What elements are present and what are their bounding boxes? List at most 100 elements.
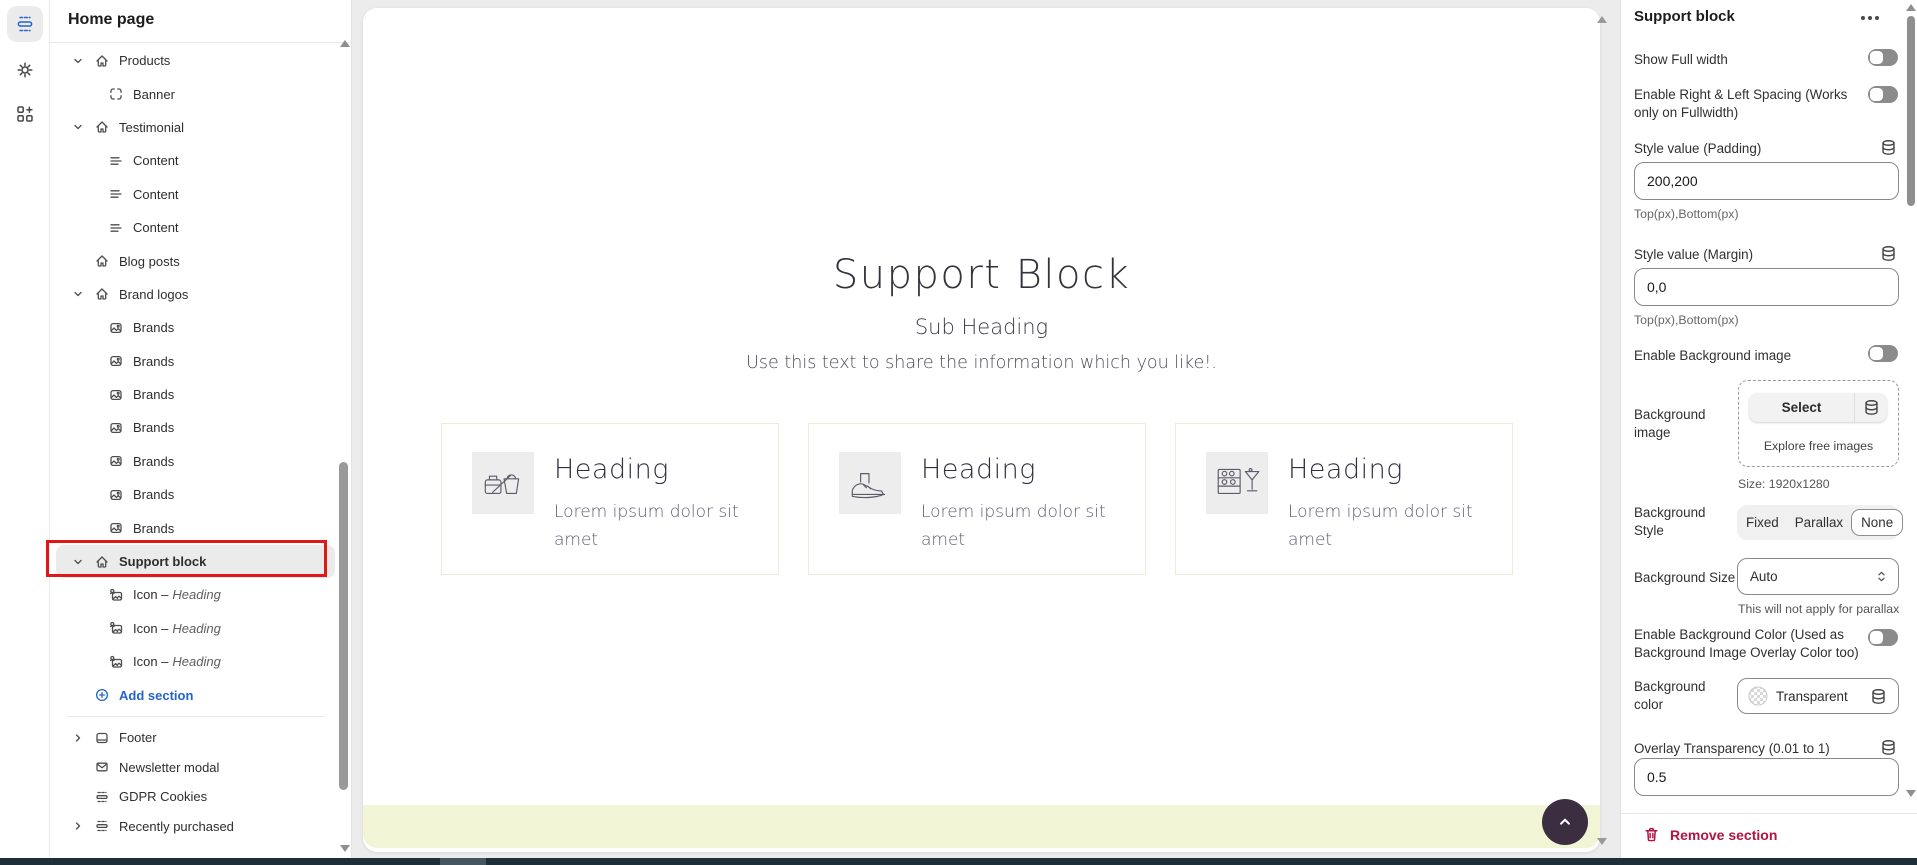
scrollbar-up-arrow[interactable] [340, 40, 350, 47]
chevron-down-icon[interactable] [70, 554, 86, 570]
remove-section-button[interactable]: Remove section [1643, 826, 1777, 843]
settings-gear-icon[interactable] [7, 52, 43, 88]
overlay-transparency-label: Overlay Transparency (0.01 to 1) [1634, 740, 1830, 758]
image-plus-icon [108, 587, 124, 603]
explore-free-images-link[interactable]: Explore free images [1739, 439, 1898, 453]
tree-item-label: Footer [119, 730, 157, 745]
tree-item-label: Brands [133, 387, 174, 402]
panel-scrollbar-up-arrow[interactable] [1906, 4, 1916, 11]
image-plus-icon [108, 654, 124, 670]
enable-bg-color-toggle[interactable] [1868, 629, 1898, 646]
tree-item-footer[interactable]: Footer [56, 723, 335, 753]
tree-item-label-italic: Heading [172, 621, 220, 636]
tree-item-brands[interactable]: Brands [56, 511, 335, 544]
tree-item-label: Brand logos [119, 287, 188, 302]
margin-input[interactable] [1634, 268, 1899, 306]
padding-input[interactable] [1634, 162, 1899, 200]
transparent-swatch-icon [1748, 686, 1768, 706]
scrollbar-thumb[interactable] [339, 462, 348, 790]
content-lines-icon [108, 186, 124, 202]
preview-card: Heading Lorem ipsum dolor sit amet [441, 423, 779, 575]
tree-item-banner[interactable]: Banner [56, 77, 335, 110]
tree-item-label: Recently purchased [119, 819, 234, 834]
tree-item-content[interactable]: Content [56, 178, 335, 211]
panel-scrollbar-down-arrow[interactable] [1906, 790, 1916, 797]
add-section-button[interactable]: Add section [56, 678, 335, 711]
tree-item-content[interactable]: Content [56, 144, 335, 177]
trash-icon [1643, 826, 1660, 843]
select-button-label: Select [1749, 400, 1854, 415]
sidebar: Home page Products Banner Testimonial Co… [50, 0, 352, 858]
image-size-note: Size: 1920x1280 [1738, 477, 1830, 491]
bg-color-picker[interactable]: Transparent [1737, 678, 1899, 714]
bg-size-value: Auto [1750, 569, 1778, 584]
banner-brackets-icon [108, 86, 124, 102]
enable-spacing-toggle[interactable] [1868, 86, 1898, 103]
bg-color-label: Background color [1634, 678, 1729, 713]
tree-item-recently-purchased[interactable]: Recently purchased [56, 811, 335, 841]
tree-item-products[interactable]: Products [56, 44, 335, 77]
content-lines-icon [108, 153, 124, 169]
dynamic-source-icon[interactable] [1855, 398, 1887, 417]
tree-item-content[interactable]: Content [56, 211, 335, 244]
tree-item-testimonial[interactable]: Testimonial [56, 111, 335, 144]
apps-blocks-icon[interactable] [7, 96, 43, 132]
panel-scrollbar-thumb[interactable] [1907, 16, 1915, 206]
tree-item-brands[interactable]: Brands [56, 378, 335, 411]
content-lines-icon [108, 220, 124, 236]
tree-item-brands[interactable]: Brands [56, 311, 335, 344]
scroll-to-top-button[interactable] [1542, 799, 1588, 845]
bg-style-option-parallax[interactable]: Parallax [1787, 515, 1851, 530]
chevron-right-icon[interactable] [70, 818, 86, 834]
preview-canvas: Support Block Sub Heading Use this text … [363, 8, 1600, 852]
bg-style-option-none[interactable]: None [1851, 509, 1903, 536]
preview-scrollbar-down-arrow[interactable] [1597, 838, 1607, 845]
plus-circle-icon [94, 687, 110, 703]
bg-style-segmented-control: Fixed Parallax None [1737, 505, 1899, 540]
tree-item-icon-heading[interactable]: Icon –Heading [56, 578, 335, 611]
tree-item-support-block[interactable]: Support block [56, 545, 335, 578]
padding-label: Style value (Padding) [1634, 140, 1761, 158]
settings-panel: Support block Show Full width Enable Rig… [1620, 0, 1917, 858]
tree-item-label: Newsletter modal [119, 760, 219, 775]
add-section-label: Add section [119, 688, 193, 703]
dynamic-source-icon[interactable] [1879, 244, 1898, 263]
tree-item-icon-heading[interactable]: Icon –Heading [56, 645, 335, 678]
bg-image-picker: Select Explore free images [1738, 380, 1899, 467]
tree-item-label: Brands [133, 521, 174, 536]
tree-item-label: Brands [133, 420, 174, 435]
scrollbar-down-arrow[interactable] [340, 845, 350, 852]
select-image-button[interactable]: Select [1749, 393, 1887, 422]
more-options-icon[interactable] [1861, 16, 1879, 20]
enable-bg-image-toggle[interactable] [1868, 345, 1898, 362]
tree-item-brand-logos[interactable]: Brand logos [56, 278, 335, 311]
bg-size-select[interactable]: Auto [1737, 558, 1899, 595]
margin-label: Style value (Margin) [1634, 246, 1753, 264]
chevron-down-icon[interactable] [70, 286, 86, 302]
sections-icon[interactable] [7, 6, 43, 42]
panel-title: Support block [1634, 8, 1735, 25]
preview-section-subheading: Sub Heading [363, 315, 1600, 339]
card-title: Heading [921, 454, 1113, 485]
tree-item-brands[interactable]: Brands [56, 445, 335, 478]
chevron-right-icon[interactable] [70, 730, 86, 746]
chevron-down-icon[interactable] [70, 119, 86, 135]
preview-scrollbar-up-arrow[interactable] [1597, 16, 1607, 23]
tree-item-gdpr-cookies[interactable]: GDPR Cookies [56, 782, 335, 812]
preview-section-description: Use this text to share the information w… [363, 353, 1600, 373]
bg-style-label: Background Style [1634, 504, 1729, 539]
bg-style-option-fixed[interactable]: Fixed [1738, 515, 1787, 530]
dynamic-source-icon[interactable] [1879, 138, 1898, 157]
dynamic-source-icon[interactable] [1869, 687, 1888, 706]
tree-item-newsletter-modal[interactable]: Newsletter modal [56, 752, 335, 782]
chevron-down-icon[interactable] [70, 53, 86, 69]
tree-item-brands[interactable]: Brands [56, 411, 335, 444]
show-full-width-toggle[interactable] [1868, 49, 1898, 66]
tree-item-blog-posts[interactable]: Blog posts [56, 244, 335, 277]
bg-size-label: Background Size [1634, 569, 1744, 587]
overlay-transparency-input[interactable] [1634, 758, 1899, 796]
tree-item-brands[interactable]: Brands [56, 478, 335, 511]
dynamic-source-icon[interactable] [1879, 738, 1898, 757]
tree-item-brands[interactable]: Brands [56, 345, 335, 378]
tree-item-icon-heading[interactable]: Icon –Heading [56, 612, 335, 645]
